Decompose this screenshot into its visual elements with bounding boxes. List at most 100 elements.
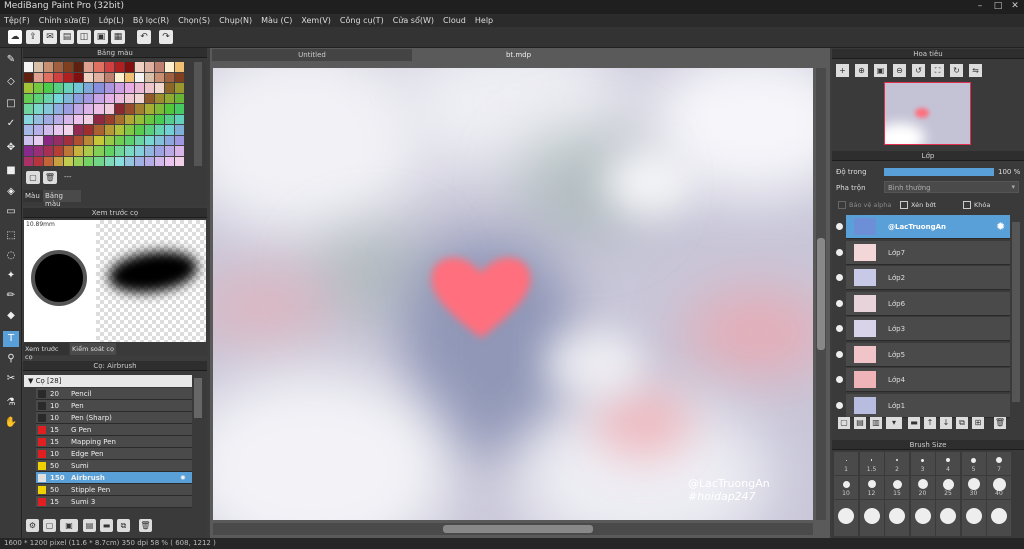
- palette-swatch[interactable]: [64, 125, 74, 135]
- palette-swatch[interactable]: [34, 156, 44, 166]
- palette-swatch[interactable]: [114, 72, 124, 82]
- opacity-slider[interactable]: [884, 168, 994, 176]
- palette-swatch[interactable]: [104, 125, 114, 135]
- palette-swatch[interactable]: [144, 83, 154, 93]
- visibility-icon[interactable]: [836, 376, 843, 383]
- brush-size-cell[interactable]: [910, 500, 935, 536]
- hand-tool-icon[interactable]: ✋: [3, 415, 19, 431]
- brush-item[interactable]: 15 Sumi 3: [36, 496, 192, 508]
- menu-view[interactable]: Xem(V): [301, 16, 331, 25]
- palette-swatch[interactable]: [44, 62, 54, 72]
- visibility-icon[interactable]: [836, 299, 843, 307]
- brush-size-cell[interactable]: [885, 500, 909, 536]
- palette-swatch[interactable]: [114, 104, 124, 114]
- palette-swatch[interactable]: [34, 93, 44, 103]
- layer-list-scrollbar[interactable]: [1012, 222, 1020, 402]
- menu-help[interactable]: Help: [475, 16, 493, 25]
- palette-swatch[interactable]: [74, 146, 84, 156]
- palette-swatch[interactable]: [84, 146, 94, 156]
- palette-swatch[interactable]: [114, 93, 124, 103]
- menu-cloud[interactable]: Cloud: [443, 16, 466, 25]
- palette-swatch[interactable]: [94, 62, 104, 72]
- palette-swatch[interactable]: [174, 62, 184, 72]
- palette-swatch[interactable]: [24, 135, 34, 145]
- palette-swatch[interactable]: [124, 114, 134, 124]
- brush-item[interactable]: 10 Pen (Sharp): [36, 412, 192, 424]
- delete-palette-icon[interactable]: 🗑: [43, 171, 57, 184]
- brush-list-scrollbar[interactable]: [194, 378, 202, 418]
- palette-swatch[interactable]: [94, 93, 104, 103]
- palette-swatch[interactable]: [34, 135, 44, 145]
- brush-size-cell[interactable]: 25: [936, 476, 960, 499]
- palette-swatch[interactable]: [124, 72, 134, 82]
- palette-swatch[interactable]: [44, 125, 54, 135]
- new-halftone-layer-icon[interactable]: ▤: [854, 417, 866, 429]
- palette-swatch[interactable]: [134, 104, 144, 114]
- palette-swatch[interactable]: [84, 156, 94, 166]
- palette-swatch[interactable]: [84, 125, 94, 135]
- palette-swatch[interactable]: [174, 114, 184, 124]
- palette-swatch[interactable]: [104, 93, 114, 103]
- palette-swatch[interactable]: [64, 114, 74, 124]
- palette-swatch[interactable]: [74, 114, 84, 124]
- palette-swatch[interactable]: [44, 83, 54, 93]
- palette-swatch[interactable]: [124, 146, 134, 156]
- palette-swatch[interactable]: [124, 62, 134, 72]
- magic-wand-icon[interactable]: ✦: [3, 268, 19, 284]
- brush-item[interactable]: 10 Edge Pen: [36, 448, 192, 460]
- flip-icon[interactable]: ⇋: [969, 64, 982, 77]
- new-palette-icon[interactable]: ▢: [26, 171, 40, 184]
- rotate-left-icon[interactable]: ↺: [912, 64, 925, 77]
- brush-size-cell[interactable]: 40: [987, 476, 1011, 499]
- palette-swatch[interactable]: [144, 72, 154, 82]
- palette-swatch[interactable]: [174, 156, 184, 166]
- palette-swatch[interactable]: [104, 72, 114, 82]
- palette-swatch[interactable]: [164, 62, 174, 72]
- palette-swatch[interactable]: [144, 104, 154, 114]
- merge-layer-icon[interactable]: ⊞: [972, 417, 984, 429]
- palette-swatch[interactable]: [24, 62, 34, 72]
- palette-swatch[interactable]: [164, 125, 174, 135]
- palette-swatch[interactable]: [104, 114, 114, 124]
- gear-icon[interactable]: ✹: [996, 220, 1005, 233]
- palette-swatch[interactable]: [114, 146, 124, 156]
- palette-swatch[interactable]: [24, 83, 34, 93]
- palette-swatch[interactable]: [44, 114, 54, 124]
- palette-swatch[interactable]: [54, 104, 64, 114]
- palette-swatch[interactable]: [134, 83, 144, 93]
- palette-swatch[interactable]: [164, 104, 174, 114]
- palette-swatch[interactable]: [74, 83, 84, 93]
- menu-tools[interactable]: Công cụ(T): [340, 16, 384, 25]
- layer-row[interactable]: Lớp2: [836, 266, 1010, 290]
- tab-brush-preview[interactable]: Xem trước cọ: [23, 343, 69, 361]
- brush-settings-icon[interactable]: ⚙: [26, 519, 39, 532]
- brush-group-header[interactable]: ▼ Cọ [28]: [24, 375, 192, 387]
- lock-checkbox[interactable]: [963, 201, 971, 209]
- grid-icon[interactable]: ▦: [111, 30, 125, 44]
- palette-swatch[interactable]: [54, 135, 64, 145]
- palette-swatch[interactable]: [94, 146, 104, 156]
- upload-icon[interactable]: ⇪: [26, 30, 40, 44]
- palette-swatch[interactable]: [144, 93, 154, 103]
- palette-swatch[interactable]: [34, 125, 44, 135]
- palette-swatch[interactable]: [84, 72, 94, 82]
- comment-icon[interactable]: ✉: [43, 30, 57, 44]
- palette-swatch[interactable]: [154, 156, 164, 166]
- menu-window[interactable]: Cửa sổ(W): [393, 16, 434, 25]
- palette-swatch[interactable]: [154, 72, 164, 82]
- crop-icon[interactable]: ◫: [77, 30, 91, 44]
- delete-layer-icon[interactable]: 🗑: [994, 417, 1006, 429]
- menu-snap[interactable]: Chụp(N): [219, 16, 252, 25]
- layer-row[interactable]: @LacTruongAn ✹: [836, 215, 1010, 239]
- brush-folder-icon[interactable]: ▬: [100, 519, 113, 532]
- palette-swatch[interactable]: [114, 156, 124, 166]
- palette-swatch[interactable]: [154, 93, 164, 103]
- palette-swatch[interactable]: [94, 83, 104, 93]
- layer-row[interactable]: Lớp1: [836, 393, 1010, 418]
- palette-swatch[interactable]: [164, 93, 174, 103]
- close-button[interactable]: ✕: [1007, 0, 1023, 13]
- cloud-icon[interactable]: ☁: [8, 30, 22, 44]
- visibility-icon[interactable]: [836, 401, 843, 409]
- brush-size-cell[interactable]: [961, 500, 986, 536]
- palette-swatch[interactable]: [84, 135, 94, 145]
